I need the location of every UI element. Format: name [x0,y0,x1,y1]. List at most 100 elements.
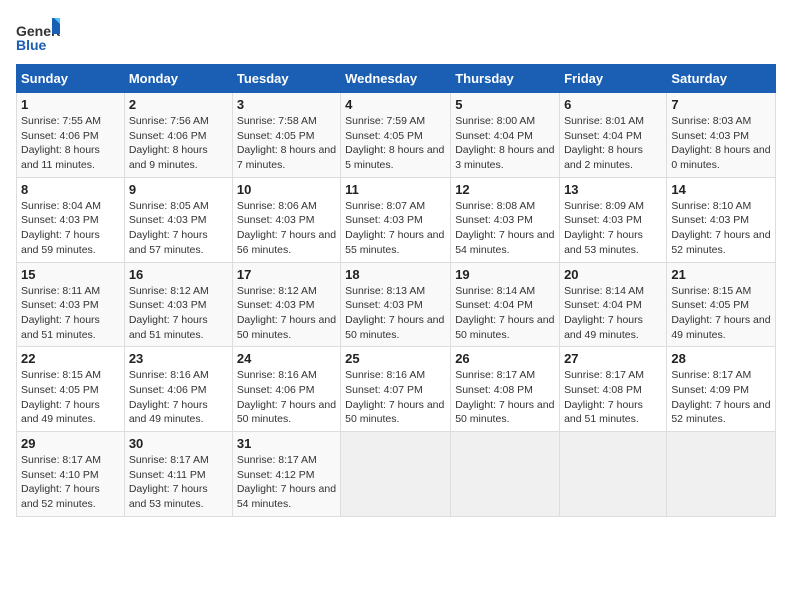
day-info: Sunrise: 8:12 AMSunset: 4:03 PMDaylight:… [129,284,228,343]
day-info: Sunrise: 8:17 AMSunset: 4:08 PMDaylight:… [455,368,555,427]
day-number: 26 [455,351,555,366]
calendar-cell [560,432,667,517]
svg-text:Blue: Blue [16,37,47,53]
day-info: Sunrise: 8:13 AMSunset: 4:03 PMDaylight:… [345,284,446,343]
day-header-sunday: Sunday [17,65,125,93]
calendar-cell: 22Sunrise: 8:15 AMSunset: 4:05 PMDayligh… [17,347,125,432]
calendar-cell: 10Sunrise: 8:06 AMSunset: 4:03 PMDayligh… [232,177,340,262]
day-info: Sunrise: 8:16 AMSunset: 4:07 PMDaylight:… [345,368,446,427]
day-number: 20 [564,267,662,282]
calendar-cell: 14 Sunrise: 8:10 AMSunset: 4:03 PMDayligh… [667,177,776,262]
day-number: 19 [455,267,555,282]
day-number: 24 [237,351,336,366]
day-number: 31 [237,436,336,451]
day-info: Sunrise: 8:17 AMSunset: 4:10 PMDaylight:… [21,453,120,512]
day-info: Sunrise: 7:58 AMSunset: 4:05 PMDaylight:… [237,114,336,173]
calendar-cell: 18Sunrise: 8:13 AMSunset: 4:03 PMDayligh… [341,262,451,347]
calendar-week-2: 8Sunrise: 8:04 AMSunset: 4:03 PMDaylight… [17,177,776,262]
calendar-cell: 21 Sunrise: 8:15 AMSunset: 4:05 PMDayligh… [667,262,776,347]
calendar-cell: 27Sunrise: 8:17 AMSunset: 4:08 PMDayligh… [560,347,667,432]
day-number: 25 [345,351,446,366]
calendar-cell: 20 Sunrise: 8:14 AMSunset: 4:04 PMDayligh… [560,262,667,347]
calendar-cell: 23 Sunrise: 8:16 AMSunset: 4:06 PMDayligh… [124,347,232,432]
calendar-cell: 1 Sunrise: 7:55 AMSunset: 4:06 PMDaylight… [17,93,125,178]
calendar-cell: 17 Sunrise: 8:12 AMSunset: 4:03 PMDayligh… [232,262,340,347]
calendar-cell: 9 Sunrise: 8:05 AMSunset: 4:03 PMDaylight… [124,177,232,262]
day-number: 10 [237,182,336,197]
calendar-cell: 29 Sunrise: 8:17 AMSunset: 4:10 PMDayligh… [17,432,125,517]
day-number: 8 [21,182,120,197]
calendar-cell: 12 Sunrise: 8:08 AMSunset: 4:03 PMDayligh… [451,177,560,262]
day-info: Sunrise: 8:01 AMSunset: 4:04 PMDaylight:… [564,114,662,173]
day-info: Sunrise: 8:10 AMSunset: 4:03 PMDaylight:… [671,199,771,258]
day-number: 7 [671,97,771,112]
calendar-cell: 8Sunrise: 8:04 AMSunset: 4:03 PMDaylight… [17,177,125,262]
calendar-table: SundayMondayTuesdayWednesdayThursdayFrid… [16,64,776,517]
day-number: 15 [21,267,120,282]
calendar-cell: 11 Sunrise: 8:07 AMSunset: 4:03 PMDayligh… [341,177,451,262]
day-info: Sunrise: 7:59 AMSunset: 4:05 PMDaylight:… [345,114,446,173]
day-info: Sunrise: 8:17 AMSunset: 4:12 PMDaylight:… [237,453,336,512]
day-number: 28 [671,351,771,366]
day-number: 6 [564,97,662,112]
day-info: Sunrise: 8:15 AMSunset: 4:05 PMDaylight:… [671,284,771,343]
day-info: Sunrise: 8:12 AMSunset: 4:03 PMDaylight:… [237,284,336,343]
day-header-monday: Monday [124,65,232,93]
calendar-week-5: 29 Sunrise: 8:17 AMSunset: 4:10 PMDayligh… [17,432,776,517]
calendar-cell: 7 Sunrise: 8:03 AMSunset: 4:03 PMDaylight… [667,93,776,178]
day-number: 30 [129,436,228,451]
calendar-cell: 13Sunrise: 8:09 AMSunset: 4:03 PMDayligh… [560,177,667,262]
calendar-cell: 24 Sunrise: 8:16 AMSunset: 4:06 PMDayligh… [232,347,340,432]
day-info: Sunrise: 8:17 AMSunset: 4:08 PMDaylight:… [564,368,662,427]
calendar-header: SundayMondayTuesdayWednesdayThursdayFrid… [17,65,776,93]
day-info: Sunrise: 8:16 AMSunset: 4:06 PMDaylight:… [129,368,228,427]
day-info: Sunrise: 8:17 AMSunset: 4:11 PMDaylight:… [129,453,228,512]
day-number: 17 [237,267,336,282]
day-info: Sunrise: 7:55 AMSunset: 4:06 PMDaylight:… [21,114,120,173]
calendar-week-4: 22Sunrise: 8:15 AMSunset: 4:05 PMDayligh… [17,347,776,432]
day-info: Sunrise: 8:00 AMSunset: 4:04 PMDaylight:… [455,114,555,173]
calendar-cell: 28 Sunrise: 8:17 AMSunset: 4:09 PMDayligh… [667,347,776,432]
day-info: Sunrise: 8:17 AMSunset: 4:09 PMDaylight:… [671,368,771,427]
calendar-cell: 19 Sunrise: 8:14 AMSunset: 4:04 PMDayligh… [451,262,560,347]
calendar-week-3: 15 Sunrise: 8:11 AMSunset: 4:03 PMDayligh… [17,262,776,347]
day-info: Sunrise: 8:08 AMSunset: 4:03 PMDaylight:… [455,199,555,258]
calendar-cell: 4Sunrise: 7:59 AMSunset: 4:05 PMDaylight… [341,93,451,178]
calendar-cell [341,432,451,517]
day-info: Sunrise: 8:11 AMSunset: 4:03 PMDaylight:… [21,284,120,343]
day-number: 1 [21,97,120,112]
day-number: 23 [129,351,228,366]
day-number: 13 [564,182,662,197]
day-header-wednesday: Wednesday [341,65,451,93]
day-info: Sunrise: 8:05 AMSunset: 4:03 PMDaylight:… [129,199,228,258]
page-header: General Blue [16,16,776,52]
day-number: 11 [345,182,446,197]
day-info: Sunrise: 7:56 AMSunset: 4:06 PMDaylight:… [129,114,228,173]
day-number: 21 [671,267,771,282]
day-number: 12 [455,182,555,197]
day-info: Sunrise: 8:14 AMSunset: 4:04 PMDaylight:… [455,284,555,343]
day-info: Sunrise: 8:14 AMSunset: 4:04 PMDaylight:… [564,284,662,343]
day-info: Sunrise: 8:07 AMSunset: 4:03 PMDaylight:… [345,199,446,258]
calendar-cell: 16 Sunrise: 8:12 AMSunset: 4:03 PMDayligh… [124,262,232,347]
calendar-cell: 6 Sunrise: 8:01 AMSunset: 4:04 PMDaylight… [560,93,667,178]
calendar-cell: 5 Sunrise: 8:00 AMSunset: 4:04 PMDaylight… [451,93,560,178]
day-number: 16 [129,267,228,282]
calendar-cell: 25 Sunrise: 8:16 AMSunset: 4:07 PMDayligh… [341,347,451,432]
day-header-tuesday: Tuesday [232,65,340,93]
calendar-cell: 30 Sunrise: 8:17 AMSunset: 4:11 PMDayligh… [124,432,232,517]
day-number: 14 [671,182,771,197]
calendar-cell: 31 Sunrise: 8:17 AMSunset: 4:12 PMDayligh… [232,432,340,517]
day-info: Sunrise: 8:16 AMSunset: 4:06 PMDaylight:… [237,368,336,427]
day-header-thursday: Thursday [451,65,560,93]
day-number: 3 [237,97,336,112]
calendar-cell: 26 Sunrise: 8:17 AMSunset: 4:08 PMDayligh… [451,347,560,432]
calendar-cell [451,432,560,517]
day-number: 5 [455,97,555,112]
calendar-cell [667,432,776,517]
day-info: Sunrise: 8:03 AMSunset: 4:03 PMDaylight:… [671,114,771,173]
day-header-saturday: Saturday [667,65,776,93]
calendar-week-1: 1 Sunrise: 7:55 AMSunset: 4:06 PMDaylight… [17,93,776,178]
day-number: 9 [129,182,228,197]
day-number: 29 [21,436,120,451]
